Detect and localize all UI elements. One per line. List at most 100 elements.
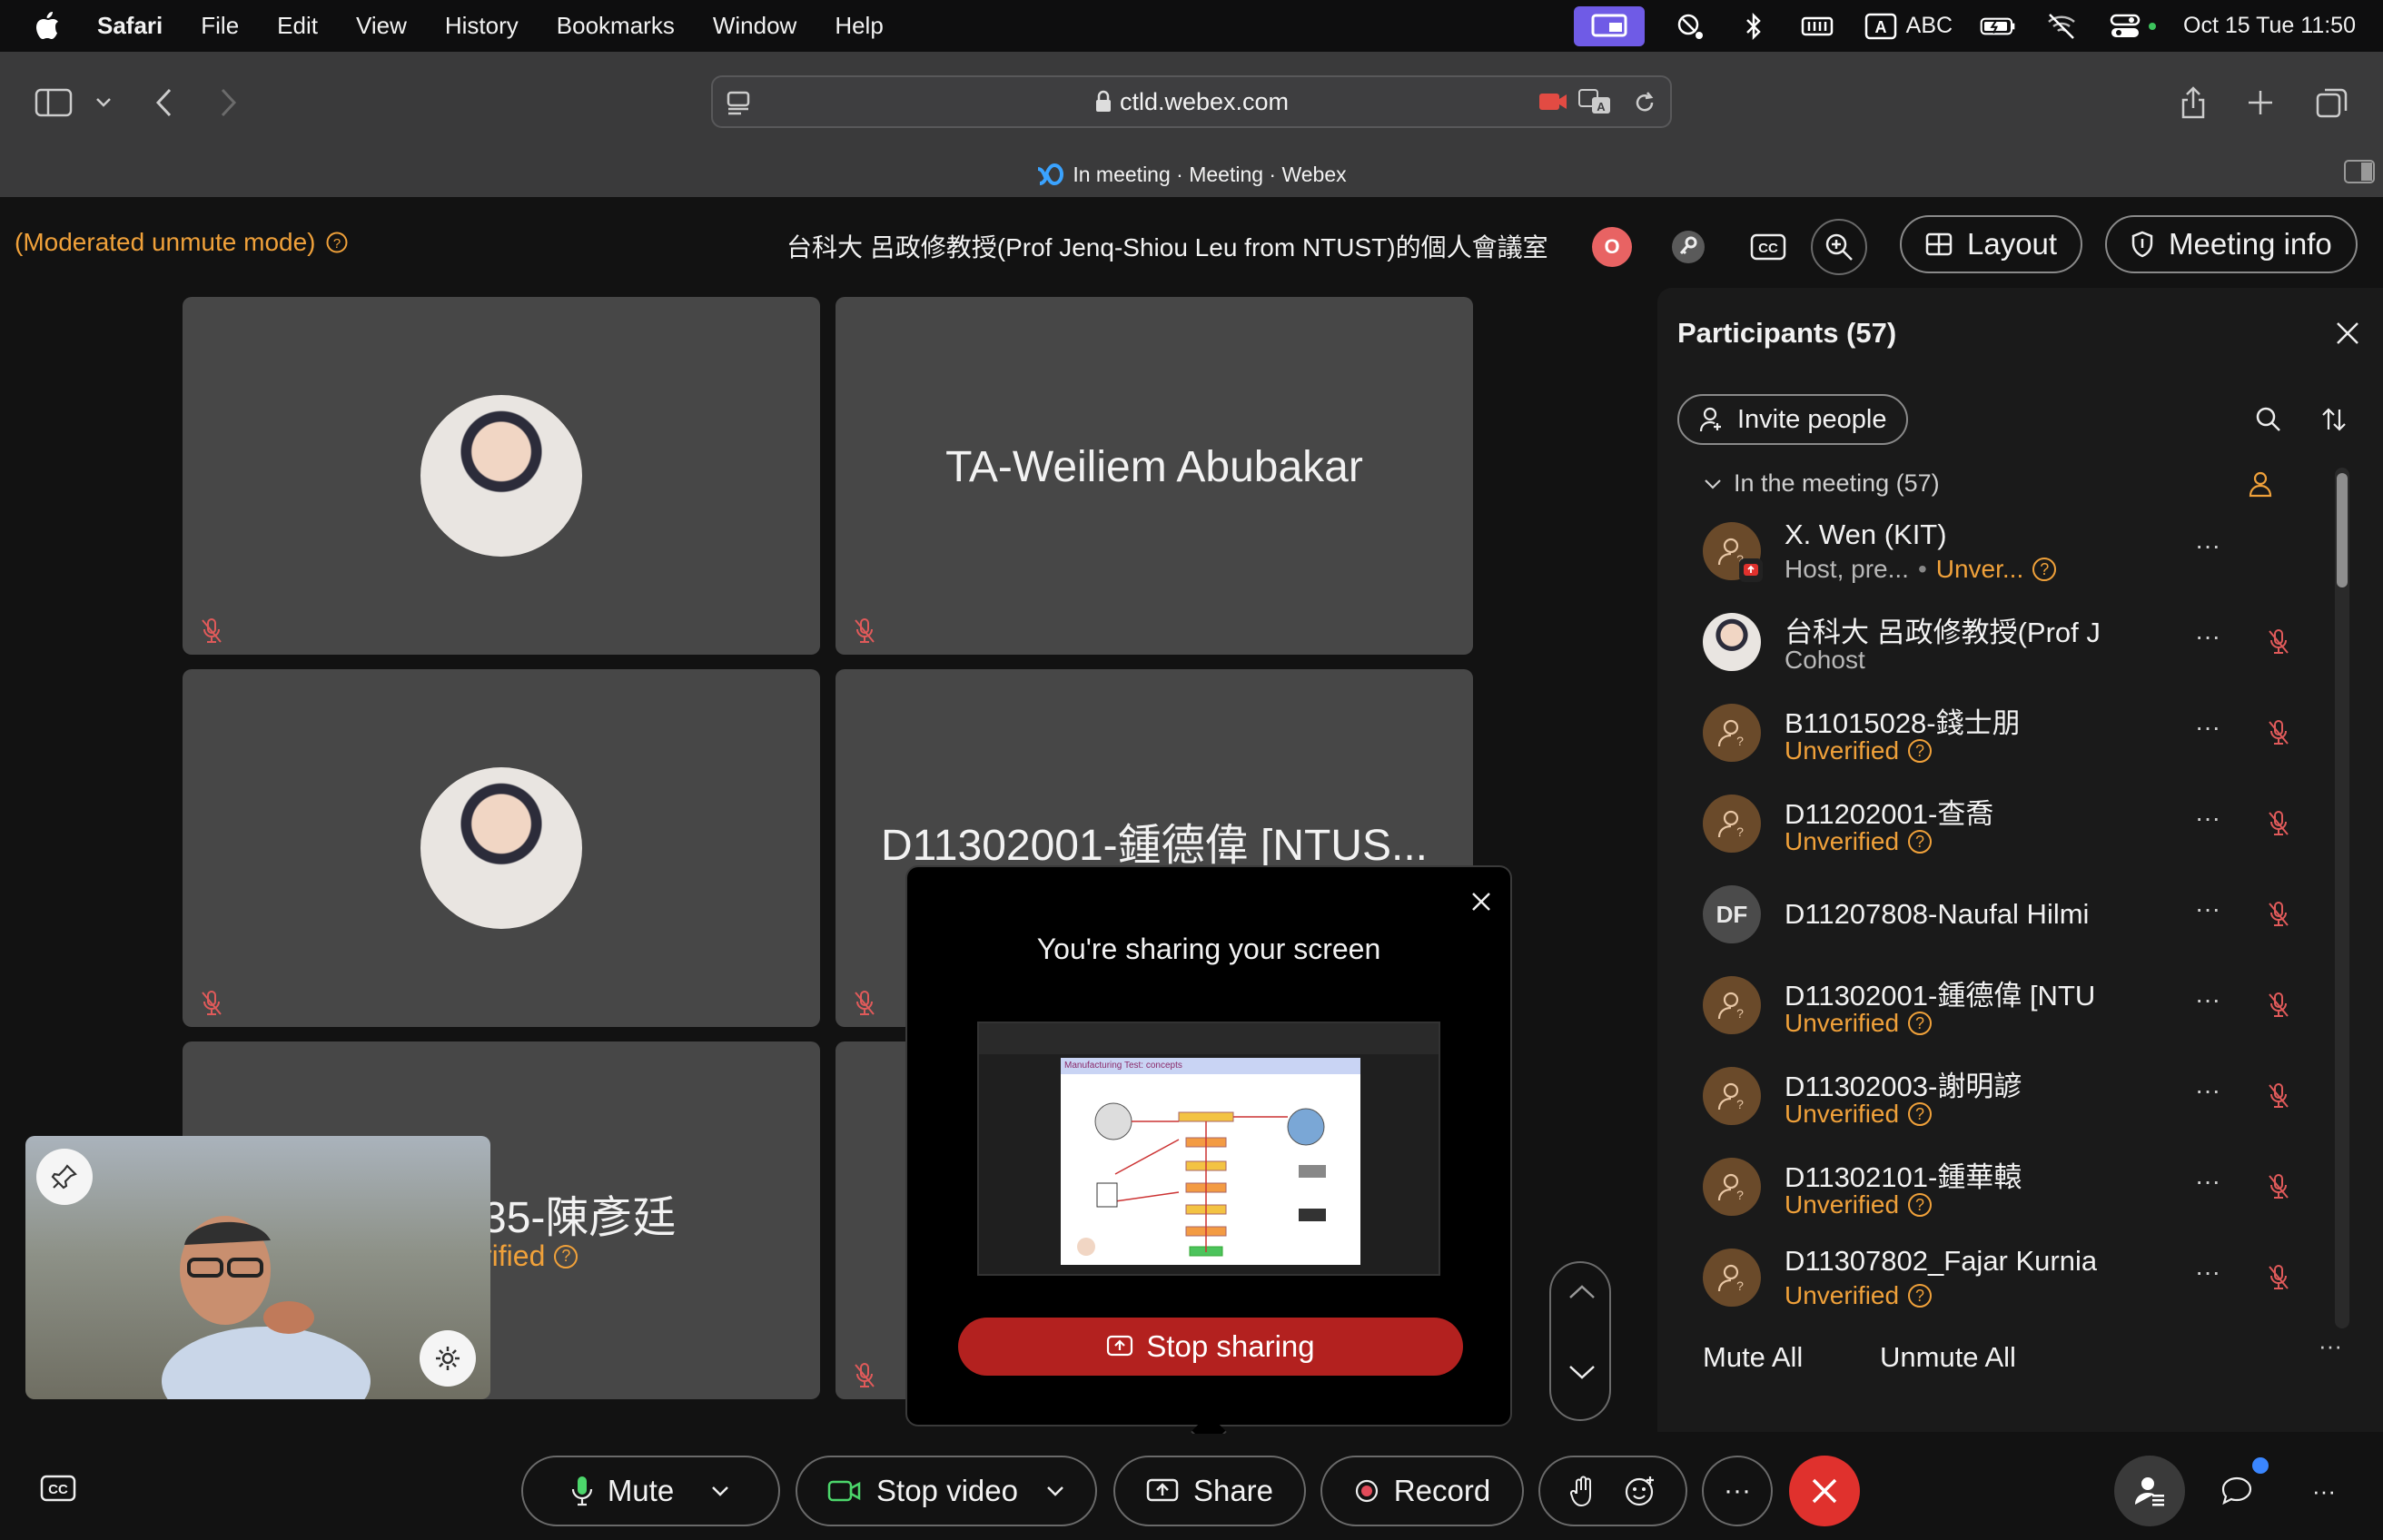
- tab-overview-icon[interactable]: [2316, 83, 2348, 123]
- input-source-icon[interactable]: A: [1863, 13, 1899, 40]
- more-options-icon[interactable]: ···: [2195, 531, 2220, 560]
- control-center-icon[interactable]: [2107, 13, 2143, 40]
- layout-button[interactable]: Layout: [1900, 215, 2083, 273]
- menu-app-safari[interactable]: Safari: [97, 12, 163, 40]
- help-icon[interactable]: ?: [325, 231, 349, 254]
- search-icon[interactable]: [2255, 406, 2282, 433]
- meeting-info-button[interactable]: Meeting info: [2105, 215, 2358, 273]
- muted-mic-icon[interactable]: [2266, 1081, 2291, 1111]
- new-tab-icon[interactable]: [2247, 83, 2274, 123]
- muted-mic-icon[interactable]: [2266, 627, 2291, 656]
- more-options-icon[interactable]: ···: [2195, 985, 2220, 1014]
- raise-hand-icon[interactable]: [1569, 1475, 1597, 1507]
- participant-row[interactable]: ? D11307802_Fajar Kurnia Unverified ? ··…: [1657, 1232, 2329, 1323]
- sidebar-menu-chevron-icon[interactable]: [94, 83, 113, 123]
- scroll-up-icon[interactable]: [1567, 1283, 1597, 1301]
- more-panels-icon[interactable]: ···: [2289, 1456, 2359, 1526]
- menu-clock[interactable]: Oct 15 Tue 11:50: [2183, 13, 2356, 39]
- mute-all-button[interactable]: Mute All: [1703, 1341, 1803, 1374]
- menu-history[interactable]: History: [445, 12, 519, 40]
- closed-captions-icon[interactable]: CC: [40, 1474, 76, 1503]
- scroll-down-icon[interactable]: [1567, 1363, 1597, 1381]
- more-options-button[interactable]: ···: [1702, 1456, 1773, 1526]
- mute-button[interactable]: Mute: [521, 1456, 780, 1526]
- video-tile[interactable]: [183, 297, 820, 655]
- participant-row[interactable]: ? D11302001-鍾德偉 [NTU Unverified ? ···: [1657, 960, 2329, 1051]
- muted-mic-icon[interactable]: [2266, 809, 2291, 838]
- closed-captions-icon[interactable]: CC: [1740, 219, 1796, 275]
- panel-more-icon[interactable]: ···: [2319, 1332, 2342, 1360]
- video-tile[interactable]: [183, 669, 820, 1027]
- moderated-unmute-mode[interactable]: (Moderated unmute mode) ?: [15, 228, 349, 257]
- participant-row[interactable]: ? D11302003-謝明諺 Unverified ? ···: [1657, 1051, 2329, 1141]
- active-tab[interactable]: In meeting · Meeting · Webex: [0, 154, 2383, 194]
- accessibility-status-icon[interactable]: [1672, 13, 1708, 40]
- menu-bookmarks[interactable]: Bookmarks: [557, 12, 675, 40]
- apple-icon[interactable]: [35, 11, 60, 40]
- security-icon[interactable]: [1660, 219, 1716, 275]
- pin-icon[interactable]: [36, 1149, 93, 1205]
- sort-icon[interactable]: [2320, 406, 2348, 433]
- share-button[interactable]: Share: [1113, 1456, 1306, 1526]
- share-page-icon[interactable]: [2180, 83, 2207, 123]
- muted-mic-icon[interactable]: [2266, 991, 2291, 1020]
- menu-edit[interactable]: Edit: [277, 12, 318, 40]
- more-options-icon[interactable]: ···: [2195, 622, 2220, 651]
- reload-icon[interactable]: [1632, 90, 1657, 115]
- muted-mic-icon[interactable]: [2266, 718, 2291, 747]
- address-bar[interactable]: ctld.webex.com A: [711, 75, 1672, 128]
- forward-icon[interactable]: [218, 83, 238, 123]
- participant-row[interactable]: DF D11207808-Naufal Hilmi ···: [1657, 869, 2329, 960]
- end-call-button[interactable]: [1789, 1456, 1860, 1526]
- sidebar-toggle-icon[interactable]: [35, 83, 73, 123]
- battery-icon[interactable]: [1980, 13, 2016, 40]
- screen-share-status-icon[interactable]: [1573, 5, 1645, 46]
- unmute-all-button[interactable]: Unmute All: [1880, 1341, 2016, 1374]
- menu-window[interactable]: Window: [713, 12, 796, 40]
- wifi-off-icon[interactable]: [2043, 13, 2080, 40]
- more-options-icon[interactable]: ···: [2195, 1076, 2220, 1105]
- more-options-icon[interactable]: ···: [2195, 804, 2220, 833]
- chat-button[interactable]: [2201, 1456, 2272, 1526]
- stop-sharing-button[interactable]: Stop sharing: [958, 1318, 1463, 1376]
- memory-status-icon[interactable]: [1799, 13, 1835, 40]
- participant-row[interactable]: ? X. Wen (KIT) Host, pre... • Unver... ?…: [1657, 506, 2329, 597]
- muted-mic-icon[interactable]: [2266, 900, 2291, 929]
- muted-mic-icon[interactable]: [2266, 1172, 2291, 1201]
- in-meeting-section-header[interactable]: In the meeting (57): [1703, 469, 1940, 498]
- invite-people-button[interactable]: Invite people: [1677, 394, 1909, 445]
- more-options-icon[interactable]: ···: [2195, 713, 2220, 742]
- more-options-icon[interactable]: ···: [2195, 1258, 2220, 1287]
- record-button[interactable]: Record: [1320, 1456, 1524, 1526]
- menu-file[interactable]: File: [201, 12, 239, 40]
- camera-in-use-icon[interactable]: [1538, 90, 1568, 114]
- more-options-icon[interactable]: ···: [2195, 894, 2220, 923]
- back-icon[interactable]: [154, 83, 174, 123]
- scrollbar-thumb[interactable]: [2337, 473, 2348, 587]
- menu-view[interactable]: View: [356, 12, 407, 40]
- participant-row[interactable]: ? B11015028-錢士朋 Unverified ? ···: [1657, 687, 2329, 778]
- muted-mic-icon[interactable]: [2266, 1263, 2291, 1292]
- menu-help[interactable]: Help: [835, 12, 883, 40]
- chevron-down-icon[interactable]: [710, 1485, 730, 1497]
- participants-toggle-button[interactable]: [2114, 1456, 2185, 1526]
- translate-icon[interactable]: A: [1577, 88, 1612, 115]
- zoom-icon[interactable]: [1811, 219, 1867, 275]
- video-tile[interactable]: TA-Weiliem Abubakar: [836, 297, 1473, 655]
- close-icon[interactable]: [2335, 321, 2360, 346]
- settings-gear-icon[interactable]: [420, 1330, 476, 1387]
- page-menu-icon[interactable]: [726, 90, 751, 115]
- close-icon[interactable]: [1470, 891, 1492, 913]
- participant-row[interactable]: ? D11302101-鍾華轅 Unverified ? ···: [1657, 1141, 2329, 1232]
- stop-video-button[interactable]: Stop video: [796, 1456, 1097, 1526]
- bluetooth-icon[interactable]: [1735, 12, 1772, 40]
- participant-row[interactable]: ? D11202001-查喬 Unverified ? ···: [1657, 778, 2329, 869]
- tab-sidebar-icon[interactable]: [2343, 159, 2376, 184]
- more-options-icon[interactable]: ···: [2195, 1167, 2220, 1196]
- recording-indicator[interactable]: O: [1584, 219, 1640, 275]
- chevron-down-icon[interactable]: [1045, 1485, 1065, 1497]
- participants-scrollbar[interactable]: [2335, 468, 2349, 1328]
- self-view-video[interactable]: [25, 1136, 490, 1399]
- lobby-warning-icon[interactable]: [2248, 469, 2277, 499]
- participant-row[interactable]: 台科大 呂政修教授(Prof J Cohost ···: [1657, 597, 2329, 687]
